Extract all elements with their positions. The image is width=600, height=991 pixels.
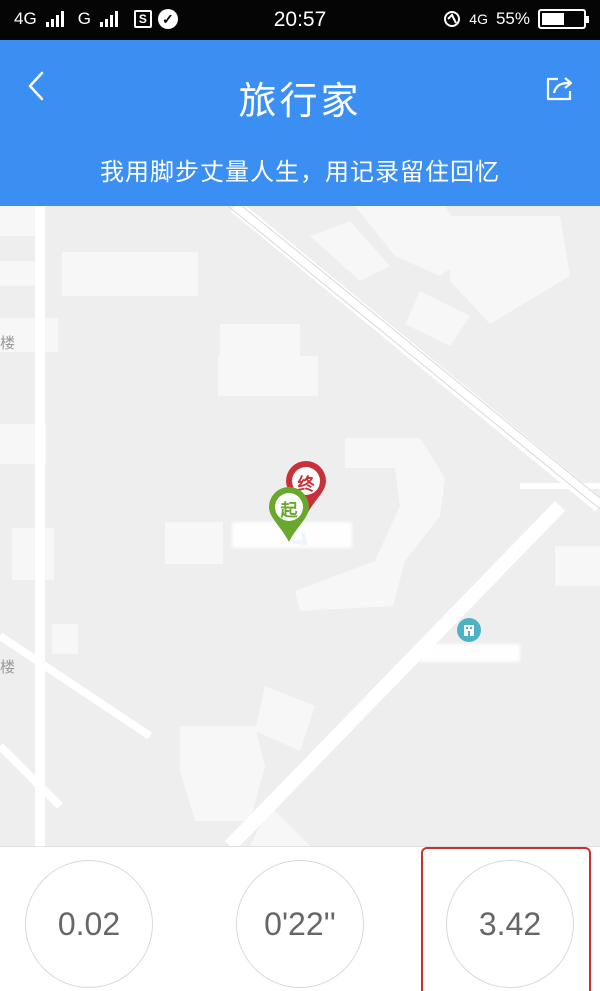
stats-panel: 0.02 0'22'' 3.42: [0, 846, 600, 991]
network-label-3: 4G: [469, 11, 488, 27]
battery-percent: 55%: [495, 9, 530, 28]
blurred-place-name-2: [420, 644, 520, 662]
nfc-icon: [444, 11, 461, 27]
share-button[interactable]: [540, 68, 580, 108]
page-title: 旅行家: [238, 79, 362, 123]
status-bar: 4G G S ✓ 20:57 4G 55%: [0, 0, 600, 40]
duration-stat: 0'22'': [236, 860, 364, 988]
battery-fill: [542, 13, 564, 25]
map-building-label-2: 楼: [0, 658, 16, 676]
share-icon: [546, 77, 573, 101]
map-building-label: 楼: [0, 334, 16, 352]
app-header: 旅行家 我用脚步丈量人生，用记录留住回忆: [0, 40, 600, 206]
highlight-box: [421, 847, 591, 991]
start-marker[interactable]: 起: [267, 486, 311, 544]
route-map[interactable]: 楼 楼 终 起: [0, 206, 600, 846]
status-right: 4G 55%: [443, 9, 589, 29]
page-subtitle: 我用脚步丈量人生，用记录留住回忆: [100, 158, 500, 186]
start-marker-label: 起: [280, 501, 298, 521]
distance-stat: 0.02: [25, 860, 153, 988]
poi-building-icon[interactable]: [456, 617, 482, 643]
battery-icon: [538, 9, 589, 29]
